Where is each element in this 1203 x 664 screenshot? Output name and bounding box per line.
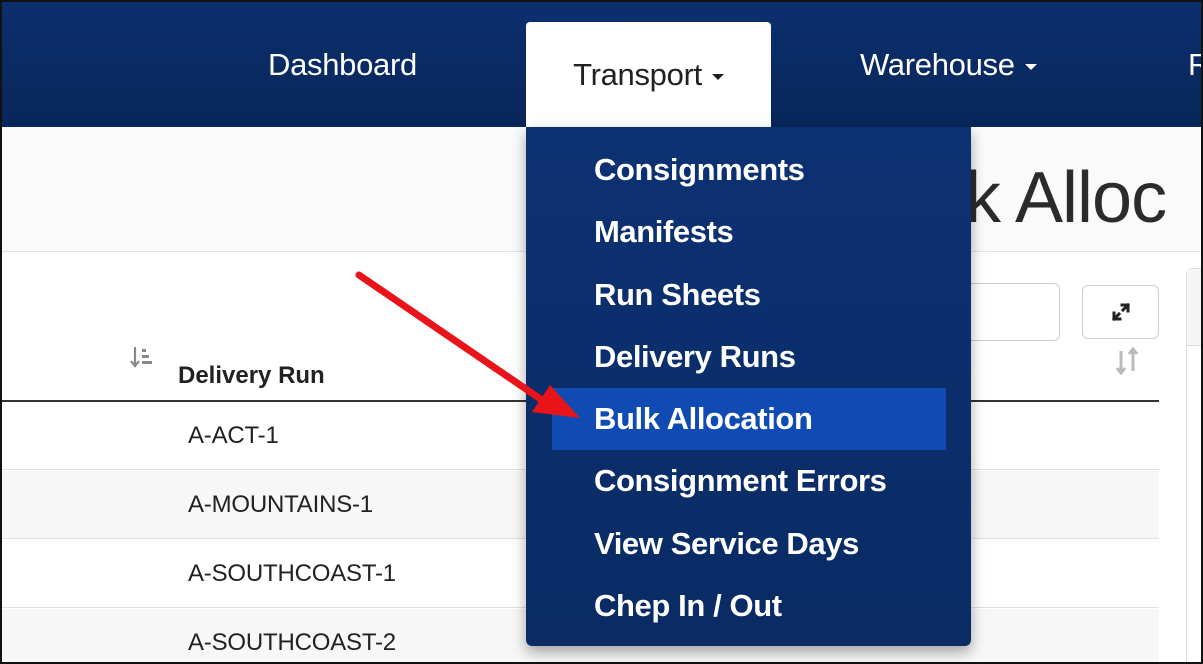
delivery-run-cell: A-SOUTHCOAST-2 bbox=[188, 629, 396, 656]
expand-icon bbox=[1111, 302, 1130, 322]
sort-both-icon[interactable] bbox=[1114, 347, 1140, 375]
menu-item-bulk-allocation[interactable]: Bulk Allocation bbox=[552, 388, 946, 450]
expand-button[interactable] bbox=[1082, 285, 1159, 339]
menu-item-label: Bulk Allocation bbox=[594, 401, 813, 436]
column-header-delivery-run[interactable]: Delivery Run bbox=[178, 362, 325, 390]
menu-item-label: Consignment Errors bbox=[594, 463, 887, 498]
menu-item-delivery-runs[interactable]: Delivery Runs bbox=[552, 326, 946, 388]
search-input[interactable] bbox=[962, 283, 1060, 341]
caret-down-icon bbox=[711, 73, 724, 80]
sort-descending-icon[interactable] bbox=[130, 345, 154, 371]
menu-item-label: Manifests bbox=[594, 214, 734, 249]
nav-reports[interactable]: R bbox=[1188, 2, 1201, 127]
nav-dashboard-label: Dashboard bbox=[268, 46, 417, 82]
nav-warehouse[interactable]: Warehouse bbox=[860, 2, 1037, 127]
nav-reports-label: R bbox=[1188, 47, 1201, 83]
screenshot-frame: Dashboard Transport Warehouse R lk Alloc… bbox=[0, 0, 1203, 664]
page-title: lk Alloc bbox=[950, 158, 1167, 238]
delivery-run-cell: A-SOUTHCOAST-1 bbox=[188, 560, 396, 587]
menu-item-consignment-errors[interactable]: Consignment Errors bbox=[552, 450, 946, 512]
delivery-run-cell: A-MOUNTAINS-1 bbox=[188, 491, 373, 518]
transport-dropdown-menu: Consignments Manifests Run Sheets Delive… bbox=[526, 127, 971, 646]
menu-item-manifests[interactable]: Manifests bbox=[552, 201, 946, 263]
top-navbar: Dashboard Transport Warehouse R bbox=[2, 2, 1201, 127]
delivery-run-cell: A-ACT-1 bbox=[188, 422, 279, 449]
side-panel-header bbox=[1187, 269, 1201, 346]
nav-dashboard[interactable]: Dashboard bbox=[268, 2, 417, 127]
menu-item-chep-in-out[interactable]: Chep In / Out bbox=[552, 575, 946, 637]
menu-item-label: View Service Days bbox=[594, 526, 859, 561]
menu-item-view-service-days[interactable]: View Service Days bbox=[552, 513, 946, 575]
menu-item-label: Consignments bbox=[594, 152, 805, 187]
menu-item-consignments[interactable]: Consignments bbox=[552, 139, 946, 201]
menu-item-run-sheets[interactable]: Run Sheets bbox=[552, 264, 946, 326]
menu-item-label: Chep In / Out bbox=[594, 588, 782, 623]
menu-item-label: Run Sheets bbox=[594, 277, 761, 312]
menu-item-label: Delivery Runs bbox=[594, 339, 796, 374]
nav-warehouse-label: Warehouse bbox=[860, 46, 1015, 82]
nav-transport-label: Transport bbox=[573, 56, 702, 92]
caret-down-icon bbox=[1024, 63, 1037, 70]
nav-transport[interactable]: Transport bbox=[526, 22, 771, 127]
